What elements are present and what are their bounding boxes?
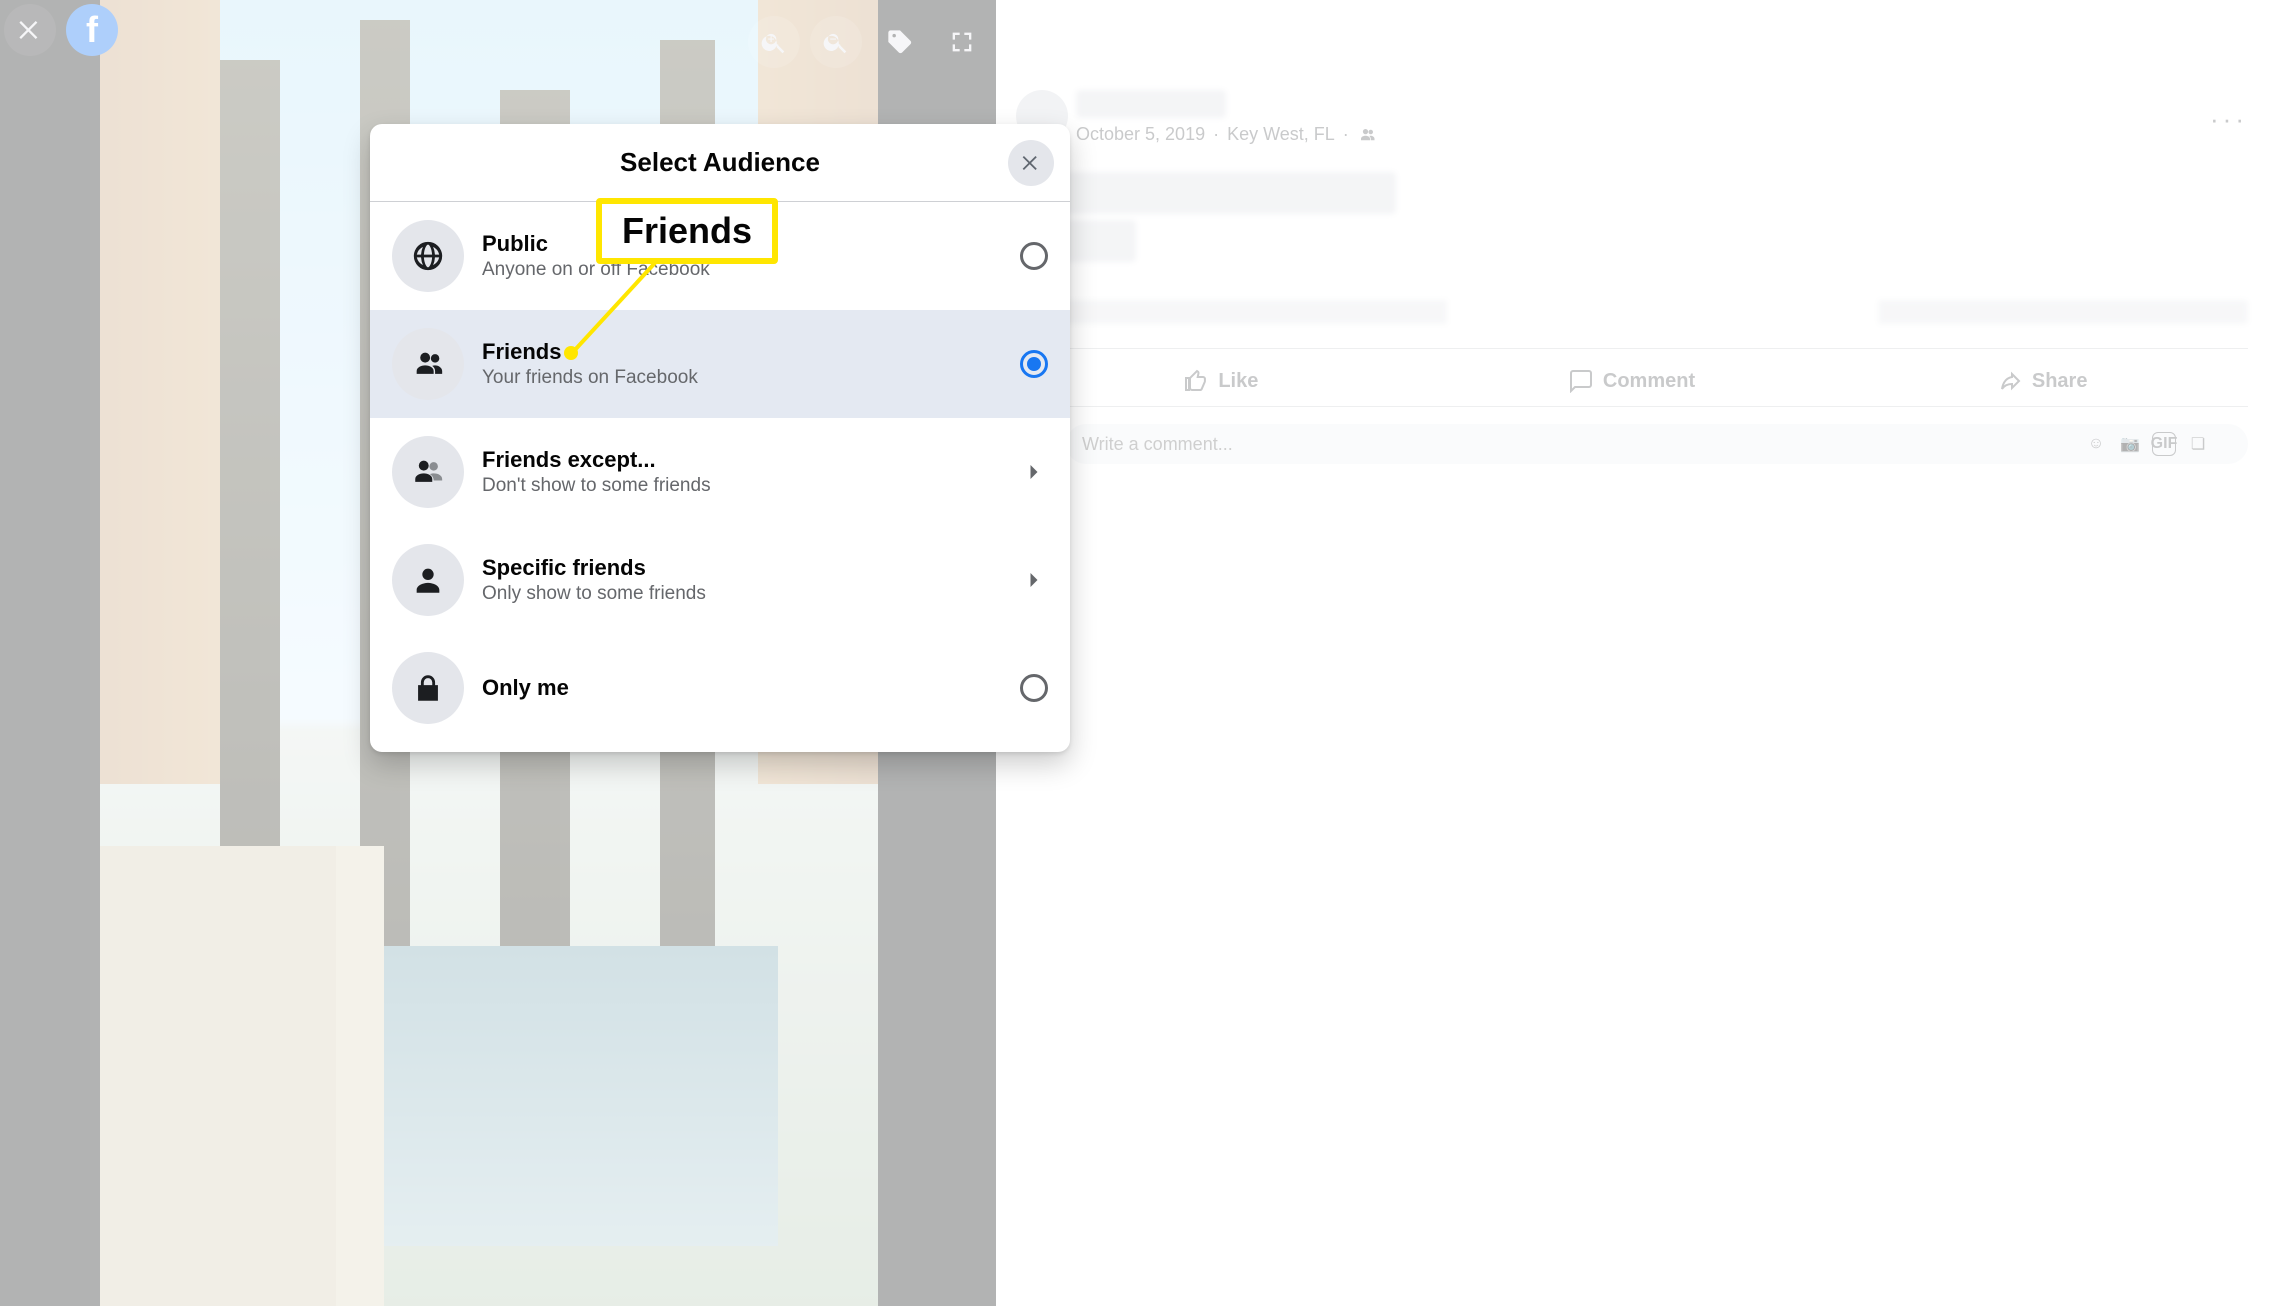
audience-option-sub: Only show to some friends bbox=[482, 583, 1002, 605]
audience-option-title: Specific friends bbox=[482, 555, 1002, 581]
modal-header: Select Audience bbox=[370, 124, 1070, 202]
radio-unchecked[interactable] bbox=[1020, 242, 1048, 270]
friends-icon bbox=[411, 347, 445, 381]
globe-icon bbox=[411, 239, 445, 273]
chevron-right-icon bbox=[1020, 458, 1048, 486]
audience-option-title: Only me bbox=[482, 675, 1002, 701]
audience-option-only-me[interactable]: Only me bbox=[370, 634, 1070, 752]
audience-option-specific-friends[interactable]: Specific friends Only show to some frien… bbox=[370, 526, 1070, 634]
modal-close-button[interactable] bbox=[1008, 140, 1054, 186]
radio-unchecked[interactable] bbox=[1020, 674, 1048, 702]
audience-option-sub: Don't show to some friends bbox=[482, 475, 1002, 497]
audience-option-title: Friends except... bbox=[482, 447, 1002, 473]
close-icon bbox=[1020, 152, 1042, 174]
radio-checked[interactable] bbox=[1020, 350, 1048, 378]
chevron-right-icon bbox=[1020, 566, 1048, 594]
person-icon bbox=[411, 563, 445, 597]
modal-overlay[interactable] bbox=[0, 0, 2276, 1306]
annotation-dot bbox=[564, 346, 578, 360]
audience-option-title: Friends bbox=[482, 339, 1002, 365]
audience-option-friends-except[interactable]: Friends except... Don't show to some fri… bbox=[370, 418, 1070, 526]
annotation-callout: Friends bbox=[596, 198, 778, 264]
lock-icon bbox=[411, 671, 445, 705]
audience-option-friends[interactable]: Friends Your friends on Facebook bbox=[370, 310, 1070, 418]
modal-title: Select Audience bbox=[620, 147, 820, 178]
friends-minus-icon bbox=[411, 455, 445, 489]
audience-option-sub: Your friends on Facebook bbox=[482, 367, 1002, 389]
